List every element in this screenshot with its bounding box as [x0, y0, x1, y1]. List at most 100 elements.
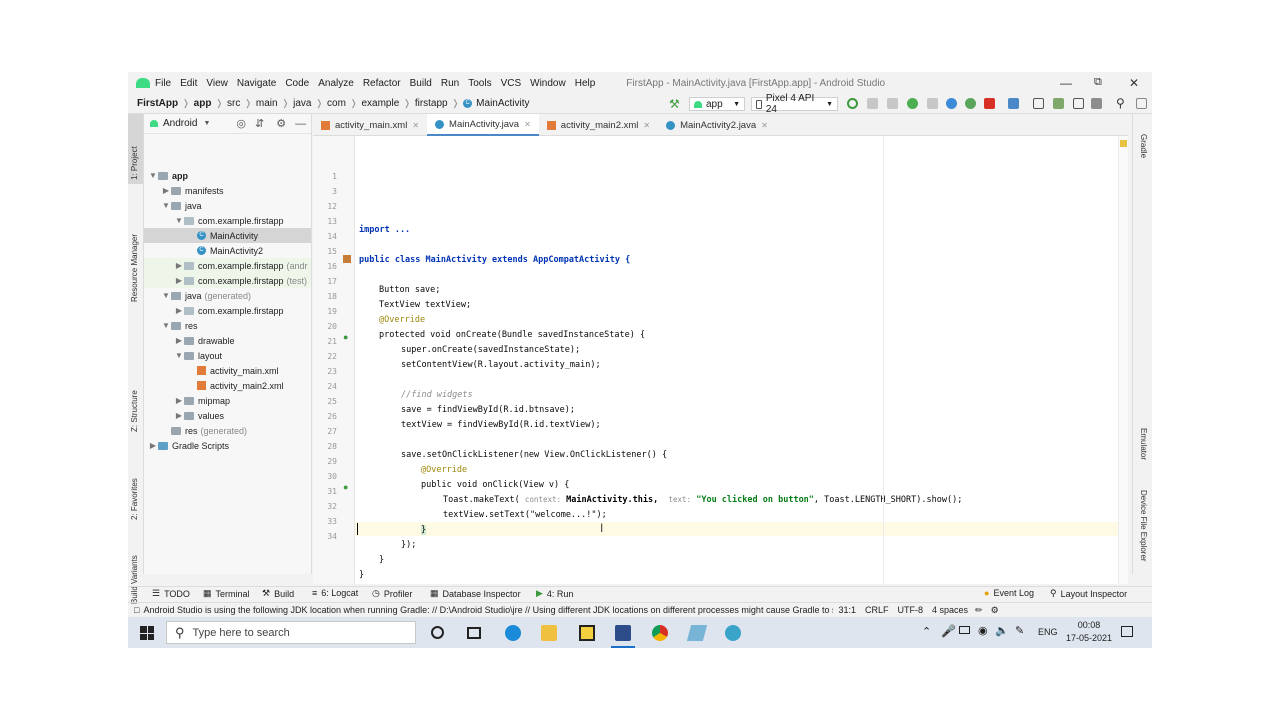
clock-date[interactable]: 17-05-2021 [1062, 633, 1116, 643]
collapse-all-icon[interactable]: ⇵ [255, 117, 264, 130]
terminal-tab[interactable]: ▦ Terminal [203, 588, 250, 599]
menu-vcs[interactable]: VCS [501, 78, 522, 89]
menu-edit[interactable]: Edit [180, 78, 197, 89]
chevron-down-icon[interactable]: ▼ [174, 351, 184, 360]
search-icon[interactable]: ⚲ [1116, 96, 1125, 110]
gear-icon[interactable]: ⚙ [276, 117, 286, 130]
clock-time[interactable]: 00:08 [1069, 620, 1109, 630]
tree-item[interactable]: C MainActivity [144, 228, 311, 243]
chevron-down-icon[interactable]: ▼ [203, 120, 210, 127]
sdk-manager-icon[interactable] [1053, 98, 1064, 109]
hide-panel-icon[interactable]: — [295, 118, 306, 130]
wifi-icon[interactable]: ◉ [978, 624, 988, 637]
windows-start-icon[interactable] [140, 626, 154, 640]
notifications-icon[interactable] [1121, 626, 1133, 637]
implements-marker-icon[interactable]: ● [343, 332, 348, 342]
chevron-right-icon[interactable]: ▶ [174, 261, 184, 270]
debug-icon[interactable] [907, 98, 918, 109]
chevron-down-icon[interactable]: ▼ [161, 201, 171, 210]
menu-tools[interactable]: Tools [468, 78, 491, 89]
settings-icon[interactable] [1136, 98, 1147, 109]
chevron-right-icon[interactable]: ▶ [161, 186, 171, 195]
restore-icon[interactable]: ⧉ [1094, 76, 1102, 89]
tree-item[interactable]: ▶ manifests [144, 183, 311, 198]
code-editor[interactable]: import ... public class MainActivity ext… [355, 136, 1128, 584]
todo-tab[interactable]: ☰ TODO [152, 588, 190, 599]
breadcrumb-item[interactable]: firstapp [415, 98, 448, 109]
close-icon[interactable]: ✕ [643, 121, 650, 130]
tree-item[interactable]: ▶ com.example.firstapp (andr [144, 258, 311, 273]
profiler-tab[interactable]: ◷ Profiler [372, 588, 412, 599]
close-icon[interactable]: ✕ [412, 121, 419, 130]
lock-icon[interactable]: ✏ [975, 605, 983, 616]
menu-analyze[interactable]: Analyze [318, 78, 354, 89]
editor-scrollbar[interactable] [1118, 136, 1128, 584]
edge-browser-icon[interactable] [505, 625, 521, 641]
microphone-icon[interactable]: 🎤 [941, 624, 956, 638]
breadcrumb-item[interactable]: src [227, 98, 240, 109]
resource-manager-tab[interactable]: Resource Manager [130, 234, 139, 302]
scope-target-icon[interactable]: ◎ [236, 117, 246, 130]
tree-item[interactable]: ▼ app [144, 168, 311, 183]
taskbar-search-box[interactable]: ⚲ Type here to search [166, 621, 416, 644]
battery-icon[interactable] [959, 626, 970, 634]
emulator-tab[interactable]: Emulator [1139, 428, 1148, 460]
hammer-icon[interactable]: ⚒ [669, 97, 680, 111]
stop-icon[interactable] [984, 98, 995, 109]
sticky-notes-icon[interactable] [579, 625, 595, 641]
indent-setting[interactable]: 4 spaces [932, 605, 968, 615]
tree-item[interactable]: C MainActivity2 [144, 243, 311, 258]
layout-inspector-icon[interactable] [1091, 98, 1102, 109]
tree-item[interactable]: activity_main.xml [144, 363, 311, 378]
chevron-down-icon[interactable]: ▼ [161, 291, 171, 300]
volume-icon[interactable]: 🔈 [995, 624, 1009, 637]
structure-tab[interactable]: Z: Structure [130, 390, 139, 432]
warning-indicator-icon[interactable] [1120, 140, 1127, 147]
run-icon[interactable] [887, 98, 898, 109]
minimize-icon[interactable]: — [1060, 76, 1072, 90]
build-tab[interactable]: ⚒ Build [262, 588, 294, 599]
breadcrumb-item[interactable]: com [327, 98, 346, 109]
tree-item[interactable]: ▼ java [144, 198, 311, 213]
chevron-right-icon[interactable]: ▶ [174, 396, 184, 405]
event-log-tab[interactable]: ● Event Log [984, 588, 1034, 598]
tree-item[interactable]: ▶ drawable [144, 333, 311, 348]
task-view-icon[interactable] [467, 627, 481, 639]
coverage-icon[interactable] [927, 98, 938, 109]
cursor-position[interactable]: 31:1 [838, 605, 856, 615]
menu-window[interactable]: Window [530, 78, 566, 89]
breadcrumb-item[interactable]: java [293, 98, 311, 109]
input-language[interactable]: ENG [1038, 627, 1058, 637]
tree-item[interactable]: res (generated) [144, 423, 311, 438]
chrome-icon[interactable] [652, 625, 668, 641]
tree-item[interactable]: activity_main2.xml [144, 378, 311, 393]
tree-item[interactable]: ▶ mipmap [144, 393, 311, 408]
attach-debugger-icon[interactable] [965, 98, 976, 109]
tab-activity-main2-xml[interactable]: activity_main2.xml ✕ [539, 114, 658, 136]
menu-help[interactable]: Help [575, 78, 596, 89]
tree-item[interactable]: ▶ com.example.firstapp (test) [144, 273, 311, 288]
menu-file[interactable]: File [155, 78, 171, 89]
run-tab[interactable]: ▶ 4: Run [536, 588, 573, 599]
apply-changes-icon[interactable] [847, 98, 858, 109]
menu-run[interactable]: Run [441, 78, 459, 89]
run-config-dropdown[interactable]: app ▼ [689, 97, 745, 111]
avd-manager-icon[interactable] [1033, 98, 1044, 109]
pen-icon[interactable]: ✎ [1015, 624, 1024, 637]
chevron-right-icon[interactable]: ▶ [174, 276, 184, 285]
screen-recorder-icon[interactable] [725, 625, 741, 641]
tab-activity-main-xml[interactable]: activity_main.xml ✕ [313, 114, 427, 136]
tab-main-activity-java[interactable]: MainActivity.java ✕ [427, 114, 539, 136]
gradle-tab[interactable]: Gradle [1139, 134, 1148, 158]
close-window-icon[interactable]: ✕ [1129, 76, 1139, 90]
tab-main-activity2-java[interactable]: MainActivity2.java ✕ [658, 114, 776, 136]
logcat-tab[interactable]: ≡ 6: Logcat [312, 588, 358, 598]
apply-code-changes-icon[interactable] [867, 98, 878, 109]
override-marker-icon[interactable] [343, 255, 351, 263]
menu-refactor[interactable]: Refactor [363, 78, 401, 89]
breadcrumb-item[interactable]: example [361, 98, 399, 109]
tree-item[interactable]: ▼ res [144, 318, 311, 333]
file-encoding[interactable]: UTF-8 [897, 605, 923, 615]
inspection-icon[interactable]: ⚙ [991, 605, 999, 616]
breadcrumb-item[interactable]: app [194, 98, 212, 109]
